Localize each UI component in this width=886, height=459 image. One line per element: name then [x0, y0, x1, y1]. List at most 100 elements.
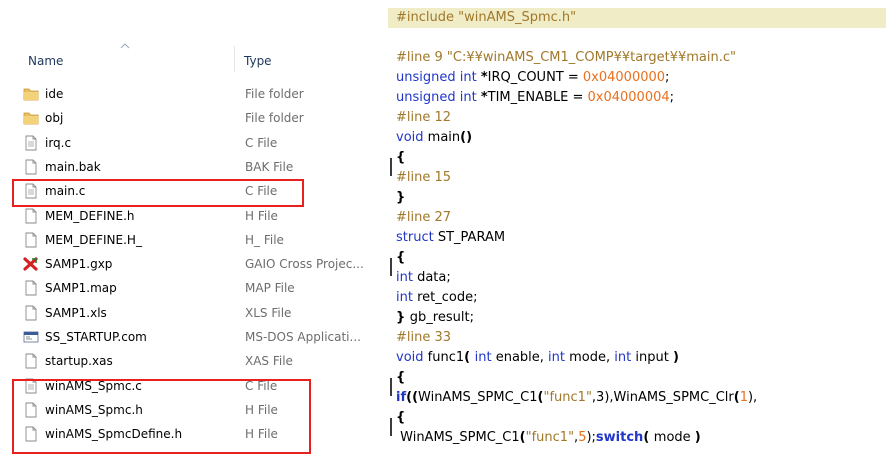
- code-token: ): [694, 430, 701, 445]
- file-explorer-pane: Name Type ide File folder obj File folder ir…: [0, 0, 388, 459]
- code-token: #line 12: [396, 110, 452, 125]
- file-row[interactable]: SS_STARTUP.com MS-DOS Applicati...: [0, 326, 388, 348]
- file-type: MS-DOS Applicati...: [245, 330, 361, 344]
- file-type: XLS File: [245, 305, 292, 320]
- code-token: ),: [747, 390, 758, 405]
- file-type: File folder: [245, 87, 304, 101]
- code-token: ret_code;: [417, 290, 478, 305]
- code-token: WinAMS_SPMC_Clr: [613, 390, 734, 405]
- file-row[interactable]: MEM_DEFINE.h H File: [0, 205, 388, 227]
- file-row[interactable]: ide File folder: [0, 83, 388, 105]
- file-icon: [25, 280, 37, 296]
- code-line: {: [396, 408, 405, 428]
- file-name: SS_STARTUP.com: [45, 330, 147, 344]
- file-row[interactable]: SAMP1.map MAP File: [0, 277, 388, 299]
- file-icon: [25, 305, 37, 321]
- fold-marker[interactable]: [390, 258, 392, 276]
- code-token: int: [396, 290, 418, 305]
- code-line: #line 12: [396, 108, 451, 128]
- file-type: BAK File: [245, 159, 294, 174]
- code-token: unsigned int: [396, 90, 481, 105]
- code-token: {: [396, 150, 406, 165]
- code-token: WinAMS_SPMC_C1: [396, 430, 520, 445]
- file-row[interactable]: SAMP1.xls XLS File: [0, 302, 388, 324]
- folder-icon: [23, 88, 39, 101]
- column-header-name[interactable]: Name: [28, 52, 63, 70]
- code-line: void main(): [396, 128, 472, 148]
- code-line: unsigned int *TIM_ENABLE = 0x04000004;: [396, 88, 674, 108]
- code-token: (: [464, 350, 475, 365]
- file-type: File folder: [245, 111, 304, 126]
- code-token: #line 9: [396, 50, 447, 65]
- code-token: TIM_ENABLE =: [487, 90, 588, 105]
- file-row[interactable]: irq.c C File: [0, 132, 388, 154]
- code-line: } gb_result;: [396, 308, 474, 328]
- code-token: WinAMS_SPMC_C1: [418, 390, 538, 405]
- file-row[interactable]: main.bak BAK File: [0, 156, 388, 178]
- file-type: XAS File: [245, 354, 293, 369]
- dos-app-icon: [23, 331, 39, 343]
- code-token: *: [480, 70, 488, 85]
- code-token: }: [396, 190, 406, 205]
- code-token: ): [672, 350, 679, 365]
- code-token: "func1": [525, 430, 575, 445]
- code-token: (: [643, 430, 654, 445]
- code-token: 1: [739, 390, 748, 405]
- file-row[interactable]: SAMP1.gxp GAIO Cross Projec...: [0, 253, 388, 275]
- fold-marker[interactable]: [390, 158, 392, 176]
- code-token: }: [396, 310, 410, 325]
- highlight-box-spmc-files: [12, 379, 311, 454]
- fold-marker[interactable]: [390, 418, 392, 436]
- code-token: "func1": [543, 390, 592, 405]
- code-line: {: [396, 248, 405, 268]
- code-token: 0x04000004: [587, 90, 670, 105]
- code-token: gb_result;: [409, 310, 474, 325]
- code-token: ;: [665, 70, 670, 85]
- column-divider[interactable]: [234, 46, 235, 72]
- file-name: startup.xas: [45, 354, 113, 369]
- highlight-box-main-c: [12, 179, 304, 207]
- code-editor-pane[interactable]: #include "winAMS_Spmc.h" #line 9 "C:¥¥win…: [388, 0, 886, 459]
- sort-arrow-icon[interactable]: [120, 43, 130, 49]
- code-line: #include "winAMS_Spmc.h": [388, 8, 886, 28]
- file-icon: [25, 208, 37, 223]
- file-row[interactable]: startup.xas XAS File: [0, 350, 388, 372]
- code-token: {: [396, 410, 406, 425]
- file-type: C File: [245, 135, 278, 150]
- fold-marker[interactable]: [390, 378, 392, 396]
- file-row[interactable]: obj File folder: [0, 107, 388, 129]
- code-line: void func1( int enable, int mode, int in…: [396, 348, 679, 368]
- file-name: SAMP1.xls: [45, 305, 107, 320]
- c-file-icon: [25, 135, 37, 151]
- code-token: func1: [427, 350, 465, 365]
- code-token: unsigned int: [396, 70, 481, 85]
- code-token: int: [614, 350, 636, 365]
- code-token: {: [396, 250, 406, 265]
- file-icon: [25, 353, 37, 369]
- code-line: if((WinAMS_SPMC_C1("func1",3),WinAMS_SPM…: [396, 388, 757, 408]
- code-line: int data;: [396, 268, 451, 288]
- code-token: ;: [669, 90, 675, 105]
- code-token: main: [427, 130, 461, 145]
- code-token: switch: [595, 430, 644, 445]
- file-type: GAIO Cross Projec...: [245, 257, 364, 272]
- code-token: int: [396, 270, 418, 285]
- file-name: MEM_DEFINE.H_: [45, 232, 142, 247]
- file-name: SAMP1.map: [45, 281, 117, 296]
- code-token: data;: [417, 270, 451, 285]
- code-token: input: [635, 350, 673, 365]
- column-header-type[interactable]: Type: [244, 52, 272, 70]
- file-type: MAP File: [245, 281, 295, 296]
- code-line: #line 9 "C:¥¥winAMS_CM1_COMP¥¥target¥¥ma…: [396, 48, 736, 68]
- code-line: {: [396, 368, 405, 388]
- file-name: MEM_DEFINE.h: [45, 208, 135, 223]
- code-token: ST_PARAM: [437, 230, 506, 245]
- code-token: mode,: [569, 350, 615, 365]
- file-name: main.bak: [45, 159, 101, 174]
- code-token: void: [396, 130, 428, 145]
- file-row[interactable]: MEM_DEFINE.H_ H_ File: [0, 229, 388, 251]
- code-line: #line 27: [396, 208, 451, 228]
- code-line: int ret_code;: [396, 288, 477, 308]
- gaio-project-icon: [23, 257, 38, 271]
- code-token: struct: [396, 230, 438, 245]
